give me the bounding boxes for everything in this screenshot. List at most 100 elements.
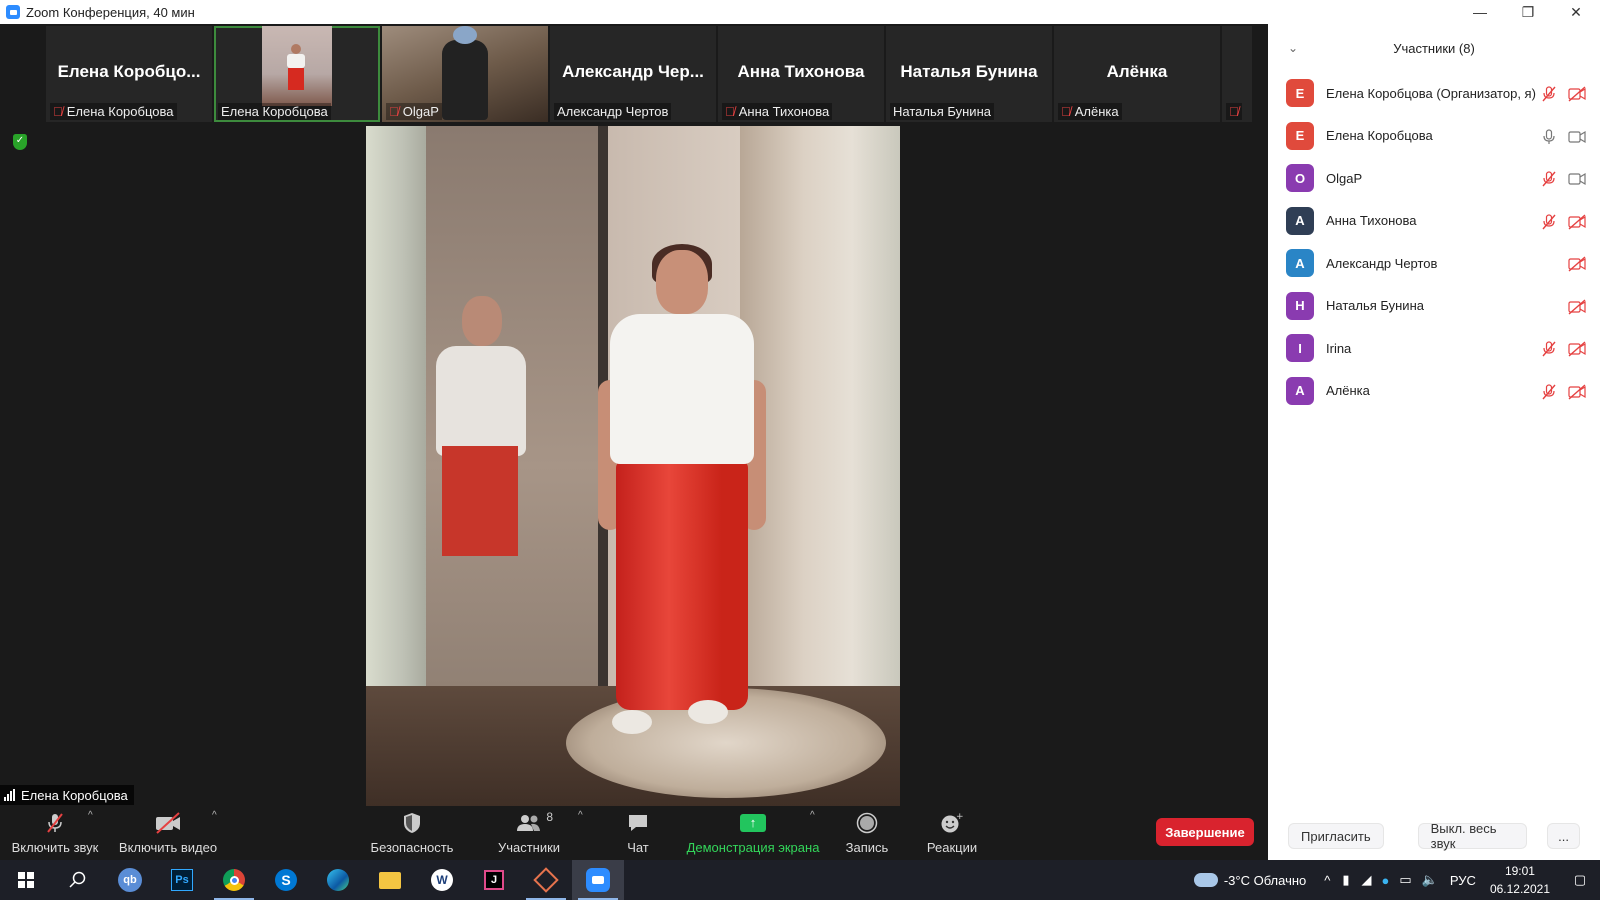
- participant-row[interactable]: А Анна Тихонова: [1268, 200, 1600, 243]
- participants-panel: ⌄ Участники (8) Е Елена Коробцова (Органи…: [1268, 24, 1600, 860]
- thumbnail-big-name: Анна Тихонова: [737, 62, 865, 81]
- thumbnail-tile[interactable]: 🎙̸ OlgaP: [382, 26, 548, 122]
- chrome-icon[interactable]: [208, 860, 260, 900]
- app-icon[interactable]: [520, 860, 572, 900]
- video-off-icon[interactable]: [1568, 383, 1586, 401]
- edge-icon[interactable]: [312, 860, 364, 900]
- meeting-toolbar: Включить звук ^ Включить видео ^ Безопас…: [0, 806, 1268, 860]
- person-figure: [287, 44, 305, 94]
- search-icon[interactable]: [52, 860, 104, 900]
- mute-all-button[interactable]: Выкл. весь звук: [1417, 821, 1528, 851]
- video-options-caret-icon[interactable]: ^: [212, 810, 217, 821]
- thumbnail-label: 🎙̸ Анна Тихонова: [722, 103, 833, 120]
- more-options-button[interactable]: ...: [1547, 823, 1580, 849]
- avatar: Н: [1286, 291, 1314, 320]
- reactions-button[interactable]: + Реакции: [922, 806, 982, 860]
- notifications-icon[interactable]: ▢: [1560, 872, 1600, 888]
- video-off-icon[interactable]: [1568, 85, 1586, 103]
- participants-icon: 8: [515, 810, 553, 834]
- participant-row[interactable]: А Алёнка: [1268, 370, 1600, 413]
- thumbnail-name: Александр Чертов: [557, 104, 669, 119]
- maximize-button[interactable]: ❐: [1504, 0, 1552, 24]
- video-off-icon[interactable]: [1568, 340, 1586, 358]
- video-icon[interactable]: [1568, 128, 1586, 146]
- participant-row[interactable]: I Irina: [1268, 327, 1600, 370]
- word-icon[interactable]: W: [416, 860, 468, 900]
- mic-muted-icon[interactable]: [1540, 383, 1558, 401]
- mic-muted-icon[interactable]: [1540, 170, 1558, 188]
- participant-list: Е Елена Коробцова (Организатор, я) Е Елена …: [1268, 72, 1600, 412]
- security-button[interactable]: Безопасность: [370, 806, 454, 860]
- mic-muted-icon[interactable]: [1540, 213, 1558, 231]
- thumbnail-tile[interactable]: Анна Тихонова 🎙̸ Анна Тихонова: [718, 26, 884, 122]
- record-button[interactable]: Запись: [842, 806, 892, 860]
- participants-count: 8: [546, 810, 553, 824]
- muted-mic-icon: 🎙̸: [725, 104, 735, 119]
- audio-options-caret-icon[interactable]: ^: [88, 810, 93, 821]
- encryption-shield-icon[interactable]: ✓: [13, 134, 27, 150]
- participants-button[interactable]: 8 Участники: [494, 806, 564, 860]
- explorer-icon[interactable]: [364, 860, 416, 900]
- participants-label: Участники: [497, 840, 561, 855]
- qbittorrent-icon[interactable]: qb: [104, 860, 156, 900]
- mic-icon[interactable]: [1540, 128, 1558, 146]
- participant-row[interactable]: Н Наталья Бунина: [1268, 285, 1600, 328]
- thumbnail-strip: Елена Коробцо... 🎙̸ Елена Коробцова Елена…: [46, 26, 1252, 122]
- thumbnail-tile-partial[interactable]: 🎙̸: [1222, 26, 1252, 122]
- participant-row[interactable]: Е Елена Коробцова (Организатор, я): [1268, 72, 1600, 115]
- participant-row[interactable]: O OlgaP: [1268, 157, 1600, 200]
- thumbnail-label: Александр Чертов: [554, 103, 672, 120]
- participant-row[interactable]: Е Елена Коробцова: [1268, 115, 1600, 158]
- close-button[interactable]: ✕: [1552, 0, 1600, 24]
- video-off-icon[interactable]: [1568, 255, 1586, 273]
- clock[interactable]: 19:01 06.12.2021: [1480, 862, 1560, 898]
- video-off-icon: [154, 812, 182, 834]
- avatar: А: [1286, 376, 1314, 405]
- participants-options-caret-icon[interactable]: ^: [578, 810, 583, 821]
- start-video-label: Включить видео: [118, 840, 218, 855]
- start-icon[interactable]: [0, 860, 52, 900]
- video-off-icon[interactable]: [1568, 213, 1586, 231]
- thumbnail-name: Анна Тихонова: [738, 104, 830, 119]
- invite-button[interactable]: Пригласить: [1288, 823, 1384, 849]
- thumbnail-tile[interactable]: Александр Чер... Александр Чертов: [550, 26, 716, 122]
- share-screen-button[interactable]: ↑ Демонстрация экрана: [684, 806, 822, 860]
- photoshop-icon[interactable]: Ps: [156, 860, 208, 900]
- thumbnail-tile[interactable]: Наталья Бунина Наталья Бунина: [886, 26, 1052, 122]
- participants-panel-header: ⌄ Участники (8): [1268, 24, 1600, 72]
- video-off-icon[interactable]: [1568, 298, 1586, 316]
- skype-icon[interactable]: S: [260, 860, 312, 900]
- mic-muted-icon[interactable]: [1540, 340, 1558, 358]
- language-indicator[interactable]: РУС: [1450, 873, 1476, 888]
- clock-date: 06.12.2021: [1489, 882, 1550, 896]
- chevron-down-icon[interactable]: ⌄: [1288, 41, 1298, 55]
- participant-name: Александр Чертов: [1326, 255, 1438, 271]
- start-video-button[interactable]: Включить видео: [116, 806, 220, 860]
- thumbnail-name: Елена Коробцова: [221, 104, 328, 119]
- thumbnail-tile[interactable]: Елена Коробцо... 🎙̸ Елена Коробцова: [46, 26, 212, 122]
- end-meeting-button[interactable]: Завершение: [1156, 818, 1254, 846]
- video-icon[interactable]: [1568, 170, 1586, 188]
- participant-row[interactable]: А Александр Чертов: [1268, 242, 1600, 285]
- participants-panel-footer: Пригласить Выкл. весь звук ...: [1268, 812, 1600, 860]
- chevron-up-icon[interactable]: ^: [1324, 873, 1330, 888]
- meeting-area: Елена Коробцо... 🎙̸ Елена Коробцова Елена…: [0, 24, 1268, 860]
- battery-icon[interactable]: ▭: [1399, 872, 1411, 888]
- avatar: А: [1286, 249, 1314, 278]
- thumbnail-tile[interactable]: Елена Коробцова: [214, 26, 380, 122]
- participant-name: OlgaP: [1326, 170, 1363, 186]
- thumbnail-tile[interactable]: Алёнка 🎙̸ Алёнка: [1054, 26, 1220, 122]
- skype-tray-icon[interactable]: ●: [1382, 873, 1390, 888]
- avatar: Е: [1286, 121, 1314, 150]
- jetbrains-icon[interactable]: J: [468, 860, 520, 900]
- minimize-button[interactable]: —: [1456, 0, 1504, 24]
- mic-muted-icon[interactable]: [1540, 85, 1558, 103]
- zoom-icon[interactable]: [572, 860, 624, 900]
- share-options-caret-icon[interactable]: ^: [810, 810, 815, 821]
- weather-text[interactable]: -3°C Облачно: [1224, 873, 1306, 888]
- mic-icon[interactable]: ▮: [1342, 872, 1349, 888]
- chat-button[interactable]: Чат: [616, 806, 660, 860]
- volume-icon[interactable]: 🔈: [1422, 872, 1438, 888]
- network-icon[interactable]: ◢: [1362, 872, 1372, 888]
- emoji-add-icon: +: [940, 812, 964, 834]
